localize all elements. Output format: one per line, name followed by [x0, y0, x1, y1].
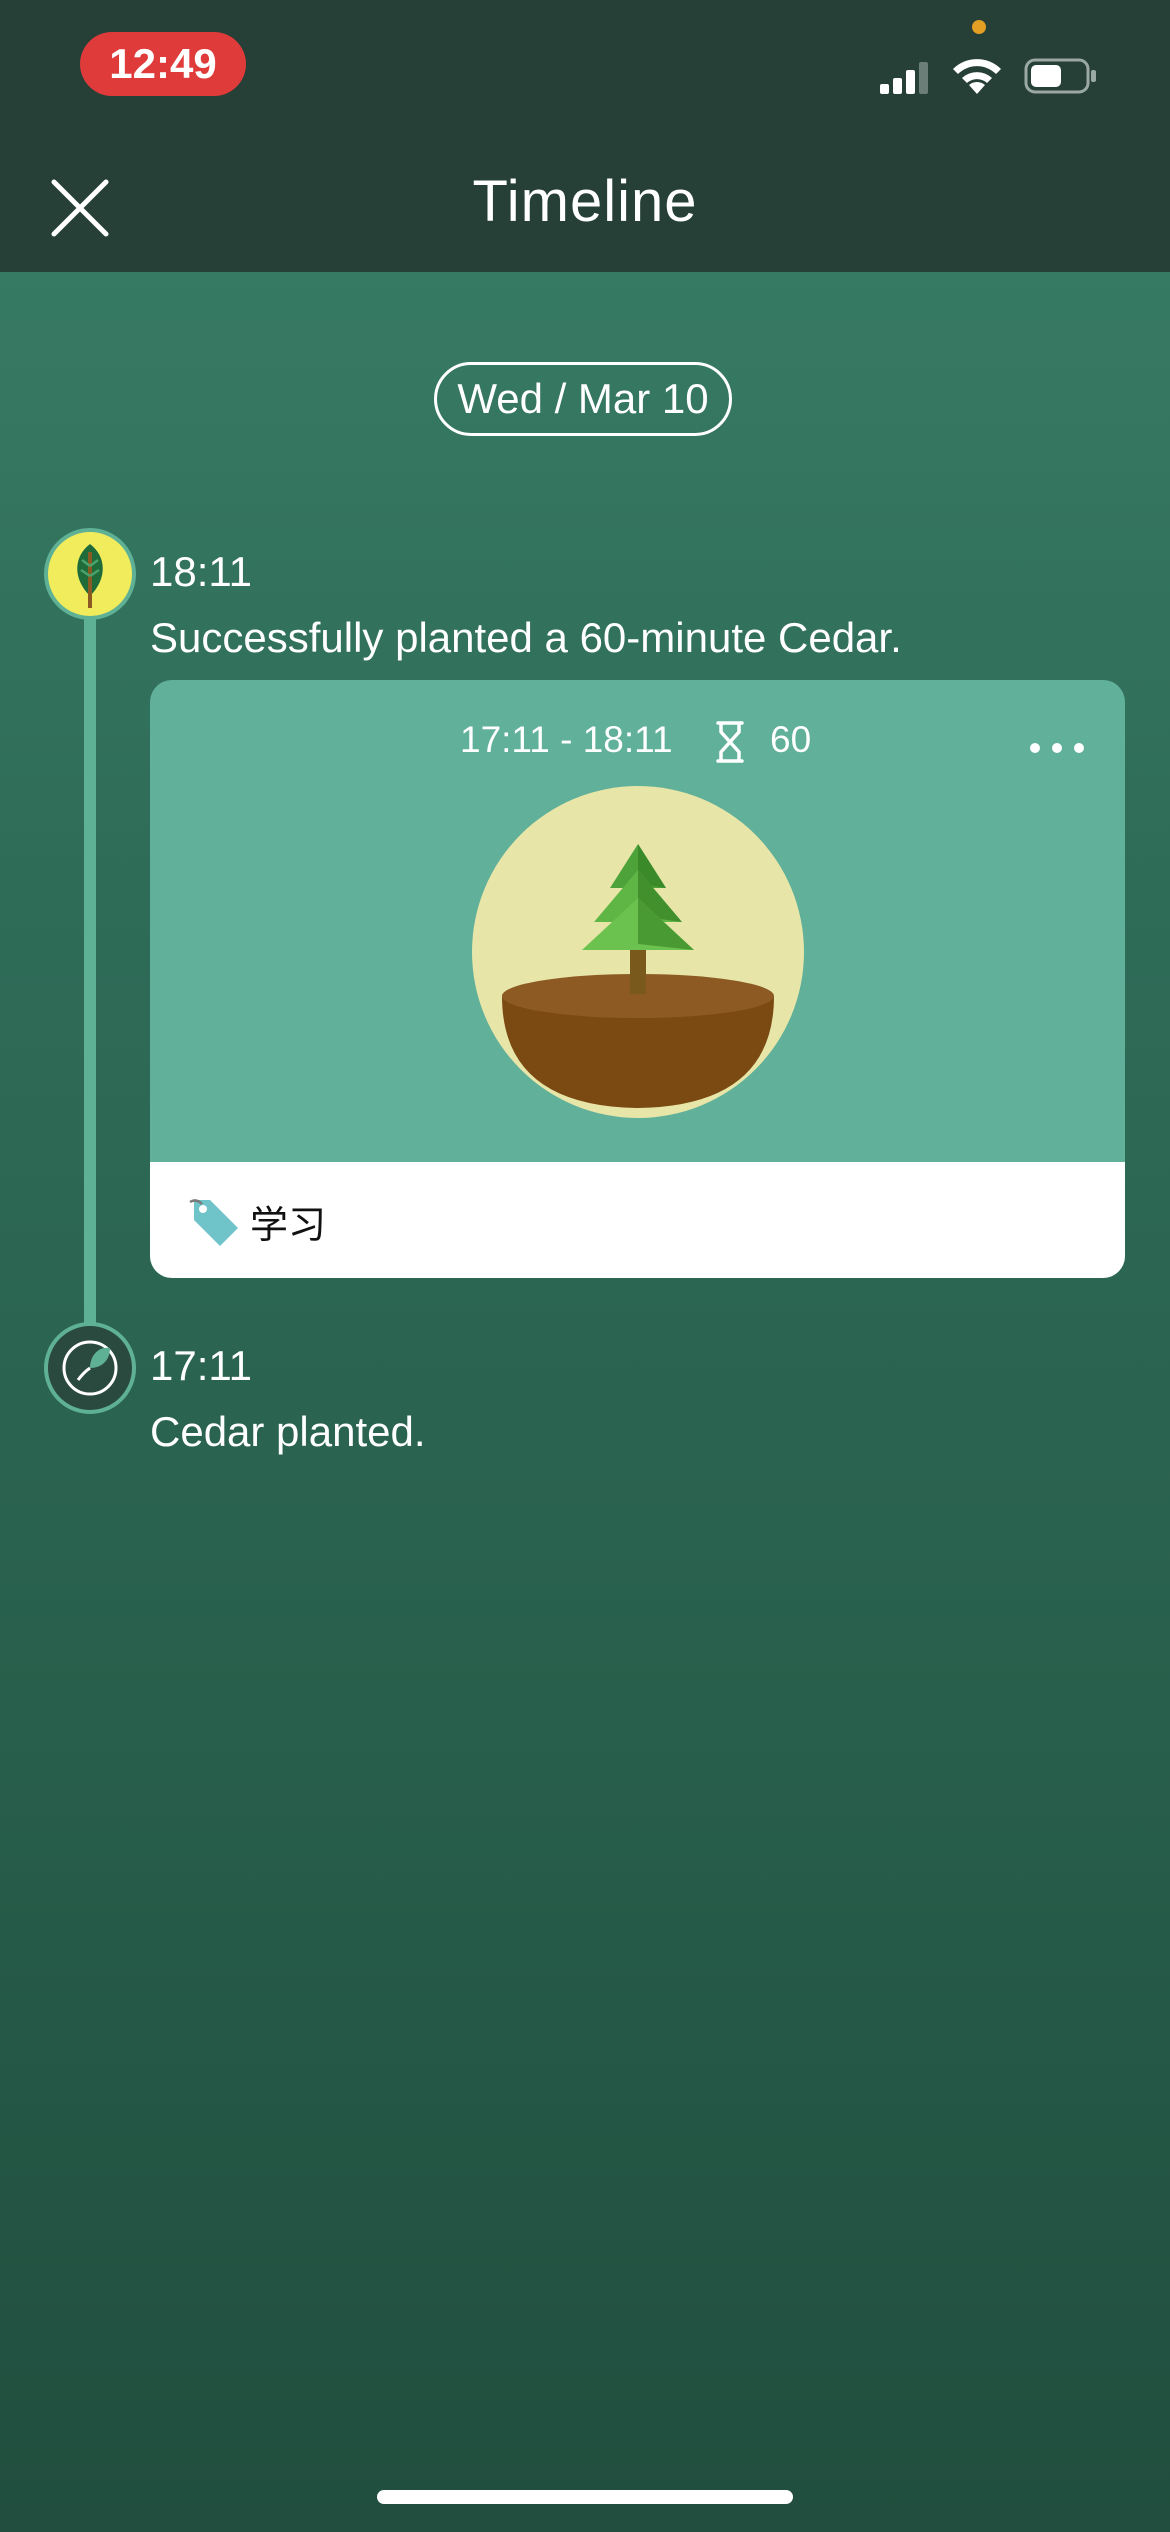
status-icons [880, 20, 1110, 100]
entry-time: 18:11 [150, 548, 252, 595]
status-time: 12:49 [80, 32, 246, 96]
privacy-indicator-icon [972, 20, 986, 34]
cellular-signal-icon [880, 62, 928, 94]
entry-text: Successfully planted a 60-minute Cedar. [150, 614, 902, 661]
wifi-icon [953, 59, 1001, 94]
leaf-node-icon [44, 528, 136, 620]
session-minutes: 60 [770, 719, 812, 760]
top-bar: 12:49 Timeline [0, 0, 1170, 272]
home-indicator[interactable] [377, 2490, 793, 2504]
entry-time: 17:11 [150, 1342, 252, 1389]
tag-icon [189, 1199, 238, 1246]
tag-label: 学习 [250, 1205, 327, 1247]
entry-text: Cedar planted. [150, 1408, 426, 1455]
sprout-node-icon [44, 1322, 136, 1414]
session-meta: 17:11 - 18:11 60 [150, 710, 1125, 770]
hourglass-icon [716, 721, 744, 763]
battery-icon [1024, 58, 1096, 94]
session-time-range: 17:11 - 18:11 [460, 719, 673, 760]
page-title: Timeline [472, 169, 698, 234]
date-selector[interactable]: Wed / Mar 10 [434, 362, 732, 436]
timeline-connector [84, 590, 96, 1330]
session-card[interactable]: 17:11 - 18:11 60 学习 [150, 680, 1125, 1278]
card-footer: 学习 [150, 1162, 1125, 1278]
cedar-tree-icon [472, 786, 804, 1118]
more-options-icon[interactable] [1027, 738, 1087, 758]
